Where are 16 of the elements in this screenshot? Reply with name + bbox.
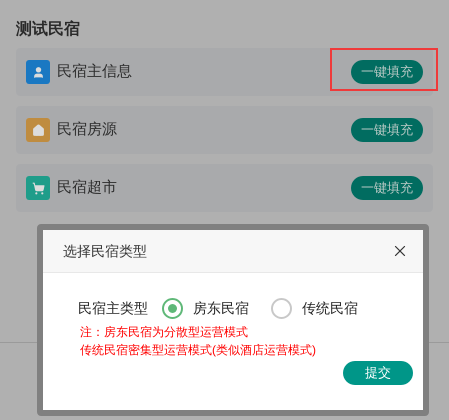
section-title: 测试民宿: [16, 19, 81, 40]
list-card[interactable]: 民宿房源 一键填充: [16, 106, 433, 154]
radio-option[interactable]: 传统民宿: [271, 298, 358, 318]
submit-button[interactable]: 提交: [343, 361, 413, 385]
item-label: 民宿主信息: [57, 62, 132, 82]
radio-option[interactable]: 房东民宿: [162, 298, 249, 318]
item-label: 民宿房源: [57, 120, 117, 140]
field-label: 民宿主类型: [78, 298, 148, 318]
dialog-title: 选择民宿类型: [63, 242, 147, 260]
fill-button[interactable]: 一键填充: [351, 60, 423, 84]
fill-button[interactable]: 一键填充: [351, 118, 423, 142]
note-text: 注：房东民宿为分散型运营模式: [80, 324, 249, 341]
note-text: 传统民宿密集型运营模式(类似酒店运营模式): [80, 342, 317, 359]
fill-button[interactable]: 一键填充: [351, 176, 423, 200]
list-card[interactable]: 民宿超市 一键填充: [16, 164, 433, 212]
item-label: 民宿超市: [57, 178, 117, 198]
